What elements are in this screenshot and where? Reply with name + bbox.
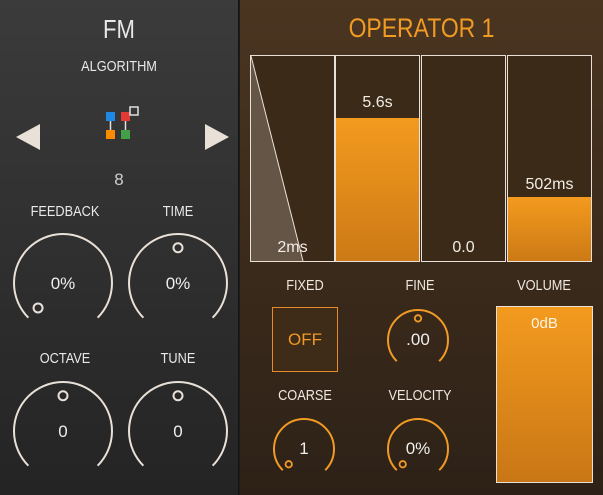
fm-synth-window: FM ALGORITHM 8 FEEDBACK TIME OCTAVE TUNE…	[0, 0, 603, 495]
velocity-value: 0%	[405, 439, 431, 458]
coarse-label: COARSE	[278, 387, 332, 404]
release-fill	[508, 197, 591, 261]
fixed-label: FIXED	[286, 277, 324, 294]
algorithm-prev-arrow-icon[interactable]	[16, 124, 40, 150]
attack-slider[interactable]: 2ms	[250, 55, 335, 262]
fm-title: FM	[103, 14, 135, 44]
fine-label: FINE	[405, 277, 435, 294]
algorithm-next-arrow-icon[interactable]	[205, 124, 229, 150]
volume-value: 0dB	[531, 315, 558, 332]
octave-value: 0	[58, 422, 68, 441]
algorithm-label: ALGORITHM	[81, 58, 157, 75]
fine-knob-indicator	[413, 314, 423, 323]
feedback-value: 0%	[50, 274, 76, 293]
time-label: TIME	[162, 203, 194, 220]
tune-label: TUNE	[160, 350, 196, 367]
tune-value: 0	[173, 422, 183, 441]
time-value: 0%	[165, 274, 191, 293]
algorithm-icon	[106, 106, 139, 139]
attack-value: 2ms	[277, 239, 308, 256]
volume-label: VOLUME	[517, 277, 571, 294]
operator-title: OPERATOR 1	[348, 13, 495, 43]
release-slider[interactable]: 502ms	[507, 55, 592, 262]
octave-knob-indicator	[57, 390, 69, 402]
decay-value: 5.6s	[362, 94, 393, 111]
feedback-label: FEEDBACK	[30, 203, 100, 220]
sustain-slider[interactable]: 0.0	[421, 55, 506, 262]
time-knob-indicator	[172, 242, 184, 254]
octave-label: OCTAVE	[39, 350, 91, 367]
coarse-value: 1	[299, 439, 309, 458]
feedback-knob-indicator	[32, 302, 44, 314]
algorithm-number: 8	[114, 170, 124, 189]
decay-fill	[336, 117, 419, 261]
sustain-value: 0.0	[452, 239, 475, 256]
velocity-label: VELOCITY	[388, 387, 452, 404]
fixed-toggle-button[interactable]: OFF	[272, 307, 338, 372]
decay-slider[interactable]: 5.6s	[335, 55, 420, 262]
volume-slider[interactable]: 0dB	[496, 306, 593, 483]
release-value: 502ms	[525, 176, 574, 193]
attack-ramp-icon	[251, 56, 304, 261]
velocity-knob-indicator	[398, 460, 407, 469]
fine-value: .00	[406, 330, 430, 349]
tune-knob-indicator	[172, 390, 184, 402]
coarse-knob-indicator	[284, 460, 293, 469]
